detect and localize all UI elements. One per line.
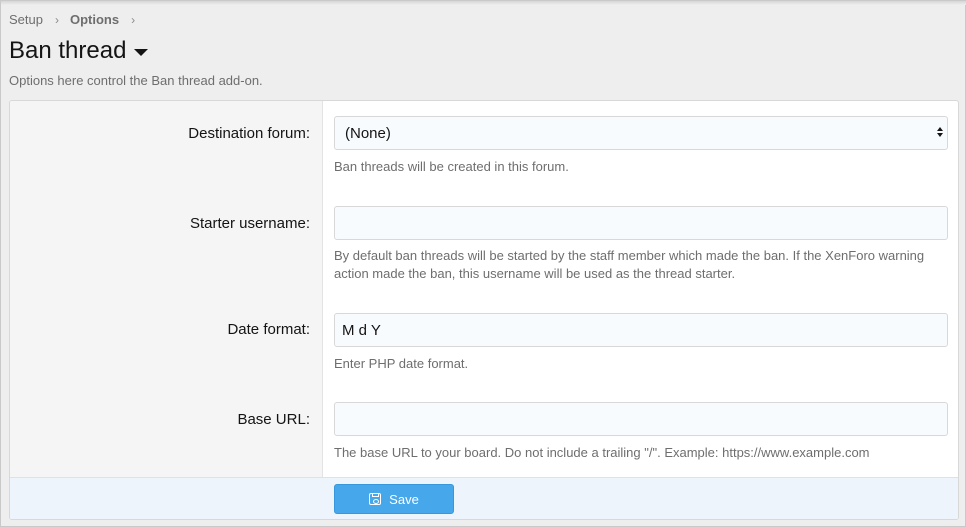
select-arrows-icon xyxy=(937,127,943,137)
date-format-label: Date format: xyxy=(227,321,310,338)
admin-page: Setup › Options › Ban thread Options her… xyxy=(0,0,966,527)
save-button-label: Save xyxy=(389,491,419,507)
top-shadow xyxy=(1,1,966,5)
destination-forum-value: (None) xyxy=(345,124,391,142)
starter-username-label: Starter username: xyxy=(189,215,310,232)
base-url-label: Base URL: xyxy=(237,411,310,428)
destination-forum-select[interactable]: (None) xyxy=(334,116,948,150)
starter-username-input[interactable] xyxy=(334,206,948,240)
page-description: Options here control the Ban thread add-… xyxy=(9,73,263,88)
base-url-hint: The base URL to your board. Do not inclu… xyxy=(334,445,870,460)
breadcrumb-separator: › xyxy=(54,12,59,27)
caret-down-icon[interactable] xyxy=(134,48,149,56)
page-title-text: Ban thread xyxy=(9,37,127,64)
form-footer: Save xyxy=(10,477,958,519)
base-url-input[interactable] xyxy=(334,402,948,436)
breadcrumb-separator: › xyxy=(131,12,136,27)
destination-forum-hint: Ban threads will be created in this foru… xyxy=(334,159,569,174)
breadcrumb-setup[interactable]: Setup xyxy=(9,12,43,27)
save-button[interactable]: Save xyxy=(334,484,454,514)
starter-username-hint: By default ban threads will be started b… xyxy=(334,248,925,281)
breadcrumb: Setup › Options › xyxy=(9,12,146,27)
destination-forum-label: Destination forum: xyxy=(188,125,310,142)
breadcrumb-options[interactable]: Options xyxy=(70,12,119,27)
date-format-hint: Enter PHP date format. xyxy=(334,356,469,371)
options-form: Destination forum: (None) Ban threads wi… xyxy=(9,100,959,520)
save-icon xyxy=(369,493,382,505)
page-title[interactable]: Ban thread xyxy=(9,37,149,65)
date-format-input[interactable]: M d Y xyxy=(334,313,948,347)
